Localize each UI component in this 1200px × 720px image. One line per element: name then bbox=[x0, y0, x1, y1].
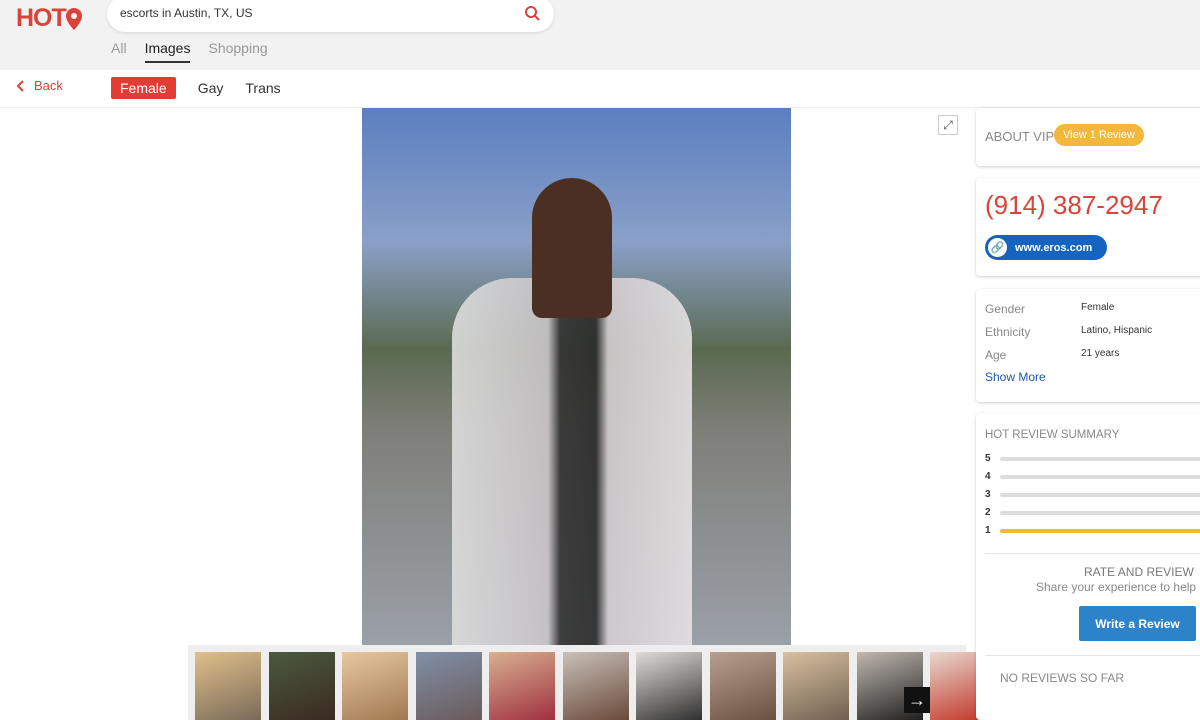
thumbnail[interactable] bbox=[268, 652, 335, 720]
search-input[interactable] bbox=[120, 6, 500, 20]
rating-bar-2: 2 bbox=[985, 507, 1200, 518]
review-summary-title: HOT REVIEW SUMMARY bbox=[985, 429, 1120, 441]
phone-number[interactable]: (914) 387-2947 bbox=[985, 190, 1163, 221]
thumbnail[interactable] bbox=[783, 652, 849, 720]
contact-card: (914) 387-2947 🔗 www.eros.com bbox=[976, 178, 1200, 276]
expand-icon[interactable]: ⤢ bbox=[938, 115, 958, 135]
filter-female[interactable]: Female bbox=[111, 77, 176, 99]
detail-row: Ethnicity Latino, Hispanic bbox=[985, 325, 1153, 339]
thumbnail[interactable] bbox=[709, 652, 776, 720]
tab-images[interactable]: Images bbox=[144, 40, 191, 63]
filter-trans[interactable]: Trans bbox=[245, 80, 280, 96]
search-tabs: All Images Shopping bbox=[111, 40, 268, 63]
next-arrow-button[interactable]: → bbox=[904, 687, 930, 713]
divider bbox=[985, 553, 1200, 554]
write-review-button[interactable]: Write a Review bbox=[1079, 606, 1196, 641]
view-review-button[interactable]: View 1 Review bbox=[1054, 124, 1144, 146]
review-card: HOT REVIEW SUMMARY RATE AND REVIEW Share… bbox=[976, 413, 1200, 720]
back-button[interactable]: Back bbox=[16, 78, 63, 93]
main-photo[interactable] bbox=[362, 108, 791, 645]
about-title: ABOUT VIP bbox=[985, 129, 1055, 144]
rate-title: RATE AND REVIEW bbox=[1084, 565, 1194, 579]
detail-row: Age 21 years bbox=[985, 348, 1120, 362]
logo[interactable]: HOT bbox=[16, 4, 82, 33]
thumbnail[interactable] bbox=[489, 652, 555, 720]
thumbnail[interactable] bbox=[342, 652, 408, 720]
detail-row: Gender Female bbox=[985, 302, 1115, 316]
website-link[interactable]: 🔗 www.eros.com bbox=[985, 235, 1107, 260]
search-box bbox=[107, 0, 554, 32]
link-icon: 🔗 bbox=[988, 238, 1007, 257]
divider bbox=[985, 655, 1200, 656]
gender-filters: Female Gay Trans bbox=[111, 77, 281, 99]
rating-bar-3: 3 bbox=[985, 489, 1200, 500]
location-pin-icon bbox=[65, 7, 82, 30]
thumbnail[interactable] bbox=[415, 652, 482, 720]
chevron-left-icon bbox=[16, 79, 24, 92]
thumbnail[interactable] bbox=[636, 652, 702, 720]
tab-shopping[interactable]: Shopping bbox=[208, 40, 267, 63]
rating-bar-4: 4 bbox=[985, 471, 1200, 482]
thumbnail-strip: → bbox=[188, 645, 1032, 720]
show-more-link[interactable]: Show More bbox=[985, 370, 1046, 384]
filter-bar: Back Female Gay Trans bbox=[0, 70, 1200, 108]
top-bar: HOT All Images Shopping bbox=[0, 0, 1200, 70]
about-card: ABOUT VIP View 1 Review bbox=[976, 108, 1200, 166]
filter-gay[interactable]: Gay bbox=[198, 80, 224, 96]
thumbnail[interactable] bbox=[195, 652, 261, 720]
no-reviews-text: NO REVIEWS SO FAR bbox=[1000, 671, 1125, 685]
thumbnail[interactable] bbox=[562, 652, 629, 720]
rating-bar-1: 1 bbox=[985, 525, 1200, 536]
tab-all[interactable]: All bbox=[111, 40, 127, 63]
search-icon[interactable] bbox=[524, 5, 540, 21]
rate-subtitle: Share your experience to help bbox=[1036, 580, 1197, 594]
details-card: Gender Female Ethnicity Latino, Hispanic A… bbox=[976, 289, 1200, 402]
rating-bar-5: 5 bbox=[985, 453, 1200, 464]
